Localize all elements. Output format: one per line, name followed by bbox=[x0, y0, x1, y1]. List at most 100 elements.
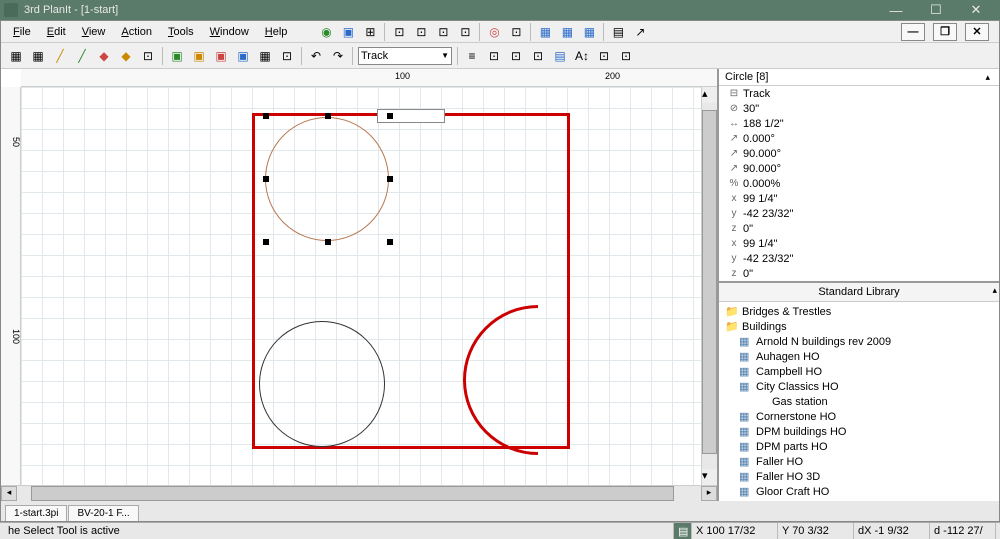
handle-nw[interactable] bbox=[263, 113, 269, 119]
toolbar-icon-3[interactable]: ⊞ bbox=[360, 23, 380, 41]
tb2-icon-3[interactable]: ╱ bbox=[50, 47, 70, 65]
menu-view[interactable]: View bbox=[74, 24, 114, 40]
tree-item[interactable]: ▦Faller HO 3D bbox=[723, 469, 995, 484]
toolbar-icon-5[interactable]: ⊡ bbox=[411, 23, 431, 41]
tab-2[interactable]: BV-20-1 F... bbox=[68, 505, 138, 521]
property-row[interactable]: ↔188 1/2" bbox=[719, 116, 999, 131]
tb2-icon-6[interactable]: ◆ bbox=[116, 47, 136, 65]
tb2-icon-15[interactable]: ⊡ bbox=[484, 47, 504, 65]
tree-item[interactable]: ▦DPM buildings HO bbox=[723, 424, 995, 439]
scroll-left-button[interactable]: ◂ bbox=[1, 486, 17, 501]
tab-1[interactable]: 1-start.3pi bbox=[5, 505, 67, 521]
tb2-icon-20[interactable]: ⊡ bbox=[594, 47, 614, 65]
toolbar-icon-11[interactable]: ▦ bbox=[557, 23, 577, 41]
handle-e[interactable] bbox=[387, 176, 393, 182]
property-row[interactable]: z0" bbox=[719, 221, 999, 236]
panel-collapse-icon[interactable]: ▴ bbox=[992, 285, 997, 296]
property-row[interactable]: ↗90.000° bbox=[719, 146, 999, 161]
tb2-icon-16[interactable]: ⊡ bbox=[506, 47, 526, 65]
toolbar-icon-9[interactable]: ⊡ bbox=[506, 23, 526, 41]
panel-collapse-icon[interactable]: ▴ bbox=[982, 72, 993, 83]
tb2-icon-17[interactable]: ⊡ bbox=[528, 47, 548, 65]
toolbar-icon-4[interactable]: ⊡ bbox=[389, 23, 409, 41]
scroll-up-button[interactable]: ▴ bbox=[702, 87, 717, 103]
property-row[interactable]: ↗90.000° bbox=[719, 161, 999, 176]
toolbar-icon-10[interactable]: ▦ bbox=[535, 23, 555, 41]
tree-item[interactable]: Gas station bbox=[723, 394, 995, 409]
toolbar-icon-13[interactable]: ▤ bbox=[608, 23, 628, 41]
property-row[interactable]: y-42 23/32" bbox=[719, 206, 999, 221]
tb2-icon-4[interactable]: ╱ bbox=[72, 47, 92, 65]
hscroll-thumb[interactable] bbox=[31, 486, 674, 501]
undo-icon[interactable]: ↶ bbox=[306, 47, 326, 65]
tb2-icon-7[interactable]: ⊡ bbox=[138, 47, 158, 65]
maximize-button[interactable]: ☐ bbox=[916, 0, 956, 20]
tb2-icon-21[interactable]: ⊡ bbox=[616, 47, 636, 65]
property-row[interactable]: z0" bbox=[719, 266, 999, 281]
tree-item[interactable]: ▦DPM parts HO bbox=[723, 439, 995, 454]
menu-action[interactable]: Action bbox=[113, 24, 160, 40]
menu-tools[interactable]: Tools bbox=[160, 24, 202, 40]
toolbar-icon-14[interactable]: ↗ bbox=[630, 23, 650, 41]
handle-se[interactable] bbox=[387, 239, 393, 245]
mdi-restore-button[interactable]: ❐ bbox=[933, 23, 957, 41]
property-row[interactable]: ⊟Track bbox=[719, 86, 999, 101]
toolbar-icon-1[interactable]: ◉ bbox=[316, 23, 336, 41]
scroll-down-button[interactable]: ▾ bbox=[702, 469, 717, 485]
layer-combo[interactable]: Track ▼ bbox=[358, 47, 452, 65]
tb2-icon-8[interactable]: ▣ bbox=[167, 47, 187, 65]
canvas[interactable] bbox=[21, 87, 701, 485]
handle-n[interactable] bbox=[325, 113, 331, 119]
scroll-right-button[interactable]: ▸ bbox=[701, 486, 717, 501]
property-row[interactable]: x99 1/4" bbox=[719, 236, 999, 251]
tree-item[interactable]: ▦Campbell HO bbox=[723, 364, 995, 379]
toolbar-icon-2[interactable]: ▣ bbox=[338, 23, 358, 41]
horizontal-scrollbar[interactable]: ◂ ▸ bbox=[1, 485, 717, 501]
tb2-icon-13[interactable]: ⊡ bbox=[277, 47, 297, 65]
mdi-minimize-button[interactable]: — bbox=[901, 23, 925, 41]
tree-item[interactable]: ▦City Classics HO bbox=[723, 379, 995, 394]
tree-item[interactable]: ▦Auhagen HO bbox=[723, 349, 995, 364]
tb2-icon-1[interactable]: ▦ bbox=[6, 47, 26, 65]
toolbar-icon-8[interactable]: ◎ bbox=[484, 23, 504, 41]
menu-edit[interactable]: Edit bbox=[39, 24, 74, 40]
tb2-icon-12[interactable]: ▦ bbox=[255, 47, 275, 65]
tree-item[interactable]: ▦Arnold N buildings rev 2009 bbox=[723, 334, 995, 349]
tb2-icon-11[interactable]: ▣ bbox=[233, 47, 253, 65]
tb2-icon-5[interactable]: ◆ bbox=[94, 47, 114, 65]
tb2-icon-14[interactable]: ≡ bbox=[462, 47, 482, 65]
library-tree[interactable]: 📁Bridges & Trestles📁Buildings▦Arnold N b… bbox=[719, 302, 999, 501]
vscroll-thumb[interactable] bbox=[702, 110, 717, 454]
property-row[interactable]: ↗0.000° bbox=[719, 131, 999, 146]
tree-item[interactable]: 📁Buildings bbox=[723, 319, 995, 334]
property-row[interactable]: %0.000% bbox=[719, 176, 999, 191]
menu-file[interactable]: File bbox=[5, 24, 39, 40]
menu-help[interactable]: Help bbox=[257, 24, 296, 40]
close-button[interactable]: ✕ bbox=[956, 0, 996, 20]
tree-item[interactable]: ▦Gloor Craft HO bbox=[723, 484, 995, 499]
handle-ne[interactable] bbox=[387, 113, 393, 119]
tree-item[interactable]: 📁Bridges & Trestles bbox=[723, 304, 995, 319]
handle-w[interactable] bbox=[263, 176, 269, 182]
minimize-button[interactable]: — bbox=[876, 0, 916, 20]
property-row[interactable]: x99 1/4" bbox=[719, 191, 999, 206]
toolbar-icon-6[interactable]: ⊡ bbox=[433, 23, 453, 41]
tb2-icon-9[interactable]: ▣ bbox=[189, 47, 209, 65]
toolbar-icon-7[interactable]: ⊡ bbox=[455, 23, 475, 41]
tree-item[interactable]: ▦Faller HO bbox=[723, 454, 995, 469]
handle-sw[interactable] bbox=[263, 239, 269, 245]
menu-window[interactable]: Window bbox=[202, 24, 257, 40]
mdi-close-button[interactable]: ✕ bbox=[965, 23, 989, 41]
redo-icon[interactable]: ↷ bbox=[328, 47, 348, 65]
tree-item[interactable]: ▦Cornerstone HO bbox=[723, 409, 995, 424]
vertical-scrollbar[interactable]: ▴ ▾ bbox=[701, 87, 717, 485]
tb2-icon-19[interactable]: A↕ bbox=[572, 47, 592, 65]
status-icon[interactable]: ▤ bbox=[674, 523, 692, 539]
property-row[interactable]: y-42 23/32" bbox=[719, 251, 999, 266]
circle-selected[interactable] bbox=[265, 117, 389, 241]
toolbar-icon-12[interactable]: ▦ bbox=[579, 23, 599, 41]
circle-lower[interactable] bbox=[259, 321, 385, 447]
tb2-icon-2[interactable]: ▦ bbox=[28, 47, 48, 65]
tb2-icon-10[interactable]: ▣ bbox=[211, 47, 231, 65]
handle-s[interactable] bbox=[325, 239, 331, 245]
